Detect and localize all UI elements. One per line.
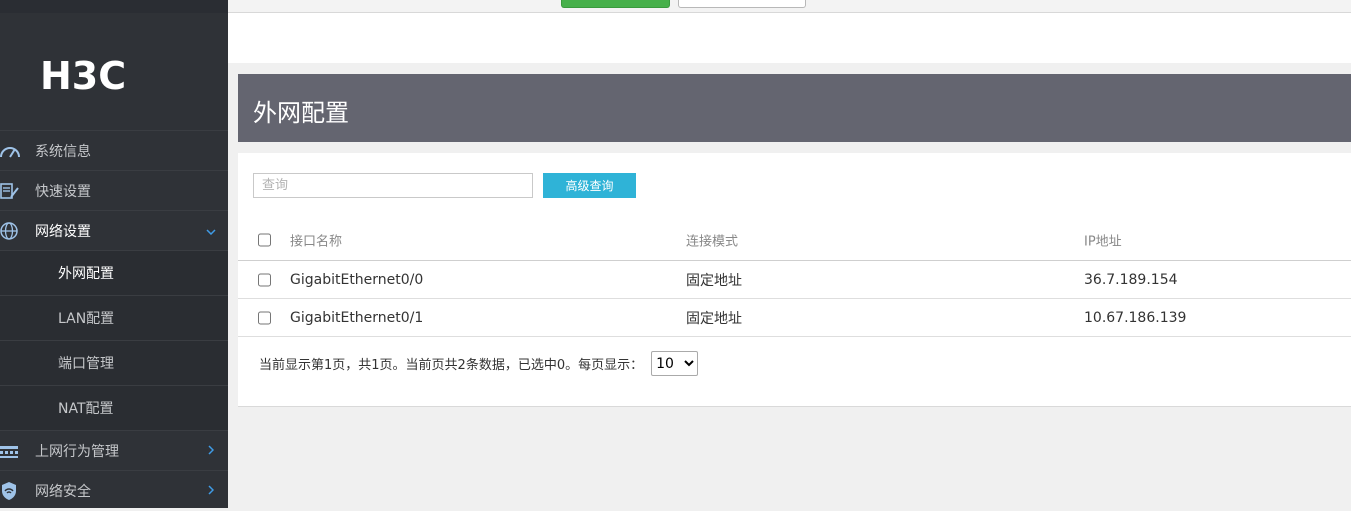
sidebar-item-label: 上网行为管理 xyxy=(35,443,119,460)
column-header-interface: 接口名称 xyxy=(290,234,343,249)
sidebar-item-label: 系统信息 xyxy=(35,143,91,160)
sidebar-subitem-lan-config[interactable]: LAN配置 xyxy=(0,295,228,340)
advanced-search-button[interactable]: 高级查询 xyxy=(543,173,636,198)
cell-ip: 36.7.189.154 xyxy=(1084,271,1178,288)
pagination-summary: 当前显示第1页，共1页。当前页共2条数据，已选中0。每页显示： xyxy=(259,358,644,373)
dashboard-gauge-icon xyxy=(0,131,35,171)
row-checkbox[interactable] xyxy=(258,273,271,286)
search-input[interactable] xyxy=(253,173,533,198)
column-header-mode: 连接模式 xyxy=(686,234,739,249)
shield-wifi-icon xyxy=(0,471,35,511)
quick-setup-icon xyxy=(0,171,35,211)
sidebar-subitem-label: 外网配置 xyxy=(58,266,114,282)
sidebar-subitem-wan-config[interactable]: 外网配置 xyxy=(0,250,228,295)
sidebar-subitem-port-management[interactable]: 端口管理 xyxy=(0,340,228,385)
interface-table: 接口名称 连接模式 IP地址 GigabitEthernet0/0 固定地址 3… xyxy=(238,219,1351,337)
cell-ip: 10.67.186.139 xyxy=(1084,309,1187,326)
sidebar-item-quick-setup[interactable]: 快速设置 xyxy=(0,170,228,210)
table-row[interactable]: GigabitEthernet0/0 固定地址 36.7.189.154 xyxy=(238,261,1351,299)
page-header: 外网配置 xyxy=(238,74,1351,142)
h3c-logo: H3C xyxy=(40,57,126,91)
behavior-management-icon xyxy=(0,431,35,471)
sidebar: H3C 系统信息 快速设置 网络设置 外网配置 LAN配置 端口管理 NAT配置 xyxy=(0,13,228,508)
sidebar-subitem-nat-config[interactable]: NAT配置 xyxy=(0,385,228,430)
cell-mode: 固定地址 xyxy=(686,272,742,289)
chevron-down-icon xyxy=(194,224,228,238)
top-green-button[interactable] xyxy=(561,0,670,8)
sidebar-subitem-label: LAN配置 xyxy=(58,311,115,327)
page-title: 外网配置 xyxy=(253,99,349,127)
sidebar-subitem-label: NAT配置 xyxy=(58,401,114,417)
content-top-bar xyxy=(228,13,1351,63)
chevron-right-icon xyxy=(194,484,228,498)
table-header-row: 接口名称 连接模式 IP地址 xyxy=(238,219,1351,261)
sidebar-subitem-label: 端口管理 xyxy=(58,356,114,372)
pagination-bar: 当前显示第1页，共1页。当前页共2条数据，已选中0。每页显示： 10 xyxy=(259,351,699,376)
chevron-right-icon xyxy=(194,444,228,458)
top-white-button[interactable] xyxy=(678,0,806,8)
top-toolbar-strip xyxy=(0,0,1351,13)
table-row[interactable]: GigabitEthernet0/1 固定地址 10.67.186.139 xyxy=(238,299,1351,337)
page-size-select[interactable]: 10 xyxy=(651,351,699,376)
h3c-logo-text: H3C xyxy=(40,57,126,91)
cell-interface: GigabitEthernet0/1 xyxy=(290,309,424,326)
globe-icon xyxy=(0,211,35,251)
wan-config-panel: 高级查询 接口名称 连接模式 IP地址 GigabitEthernet0/0 固… xyxy=(238,153,1351,407)
sidebar-item-system-info[interactable]: 系统信息 xyxy=(0,130,228,170)
top-strip-dark-area xyxy=(0,0,228,13)
sidebar-item-label: 快速设置 xyxy=(35,183,91,200)
select-all-checkbox[interactable] xyxy=(258,233,271,246)
sidebar-item-network-security[interactable]: 网络安全 xyxy=(0,470,228,510)
column-header-ip: IP地址 xyxy=(1084,234,1122,249)
sidebar-item-label: 网络安全 xyxy=(35,483,91,500)
sidebar-item-network-settings[interactable]: 网络设置 xyxy=(0,210,228,250)
sidebar-item-behavior-management[interactable]: 上网行为管理 xyxy=(0,430,228,470)
sidebar-item-label: 网络设置 xyxy=(35,223,91,240)
row-checkbox[interactable] xyxy=(258,311,271,324)
cell-mode: 固定地址 xyxy=(686,310,742,327)
cell-interface: GigabitEthernet0/0 xyxy=(290,271,424,288)
